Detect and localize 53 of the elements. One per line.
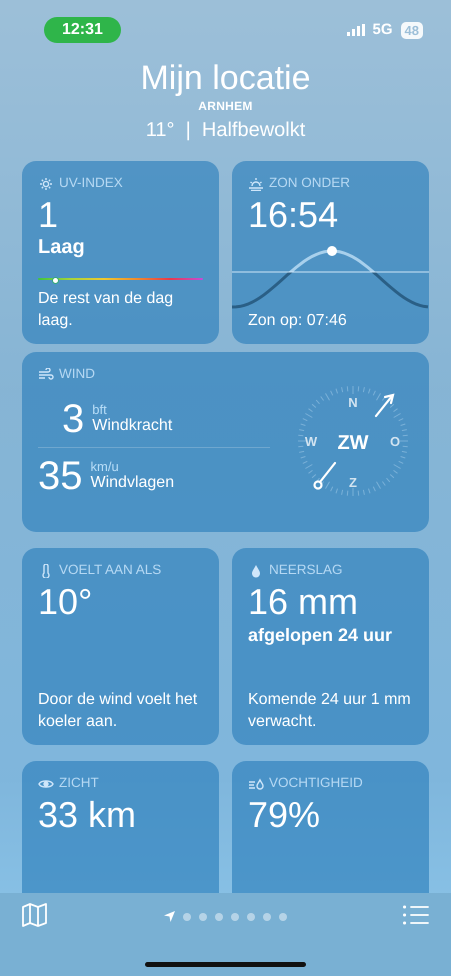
- page-dot[interactable]: [215, 912, 223, 920]
- page-dot[interactable]: [231, 912, 239, 920]
- precipitation-period: afgelopen 24 uur: [248, 624, 394, 648]
- uv-label: Laag: [38, 235, 86, 260]
- compass-west: W: [304, 434, 318, 449]
- page-dot[interactable]: [199, 912, 207, 920]
- weather-summary: 11° | Halfbewolkt: [144, 118, 306, 144]
- card-title: ZICHT: [59, 774, 99, 792]
- feels-like-description: Door de wind voelt het koeler aan.: [38, 690, 198, 732]
- network-label: 5G: [372, 20, 393, 40]
- card-title: WIND: [59, 365, 95, 384]
- sun-icon: [38, 176, 54, 191]
- wind-unit: bft: [92, 402, 108, 417]
- card-title: ZON ONDER: [269, 174, 350, 192]
- visibility-value: 33 km: [38, 794, 138, 836]
- humidity-value: 79%: [248, 794, 322, 836]
- map-icon: [22, 903, 48, 927]
- location-page-icon[interactable]: [164, 911, 175, 922]
- card-title: NEERSLAG: [269, 561, 343, 580]
- uv-description: De rest van de dag laag.: [38, 288, 174, 331]
- card-title: VOCHTIGHEID: [269, 774, 363, 792]
- battery-level: 48: [400, 22, 423, 38]
- humidity-icon: [248, 776, 264, 791]
- sunset-icon: [248, 176, 264, 191]
- map-button[interactable]: [22, 903, 48, 928]
- page-dot[interactable]: [263, 912, 271, 920]
- wind-value: 35: [38, 456, 82, 496]
- wind-icon: [38, 368, 54, 382]
- wind-label: Windkracht: [92, 416, 172, 435]
- compass-south: Z: [349, 474, 357, 490]
- city-name: ARNHEM: [197, 98, 254, 116]
- wind-value: 3: [62, 398, 84, 439]
- status-time: 12:31: [44, 17, 121, 43]
- wind-unit: km/u: [90, 460, 120, 474]
- page-dot[interactable]: [279, 912, 287, 920]
- precipitation-description: Komende 24 uur 1 mm verwacht.: [248, 690, 412, 732]
- location-title: Mijn locatie: [139, 60, 312, 98]
- page-dot[interactable]: [247, 912, 255, 920]
- sunrise-time: Zon op: 07:46: [248, 311, 348, 331]
- precipitation-value: 16 mm: [248, 580, 360, 622]
- compass-north: N: [348, 394, 358, 410]
- wind-direction: ZW: [337, 432, 369, 454]
- compass-east: O: [390, 434, 400, 449]
- feels-like-value: 10°: [38, 580, 94, 622]
- wind-label: Windvlagen: [90, 474, 174, 492]
- card-title: VOELT AAN ALS: [59, 561, 162, 580]
- list-icon: [403, 904, 429, 925]
- signal-icon: [346, 24, 365, 36]
- sunset-time: 16:54: [248, 194, 340, 236]
- card-title: UV-INDEX: [59, 174, 123, 192]
- uv-value: 1: [38, 194, 60, 236]
- page-dot[interactable]: [183, 912, 191, 920]
- list-button[interactable]: [403, 903, 429, 927]
